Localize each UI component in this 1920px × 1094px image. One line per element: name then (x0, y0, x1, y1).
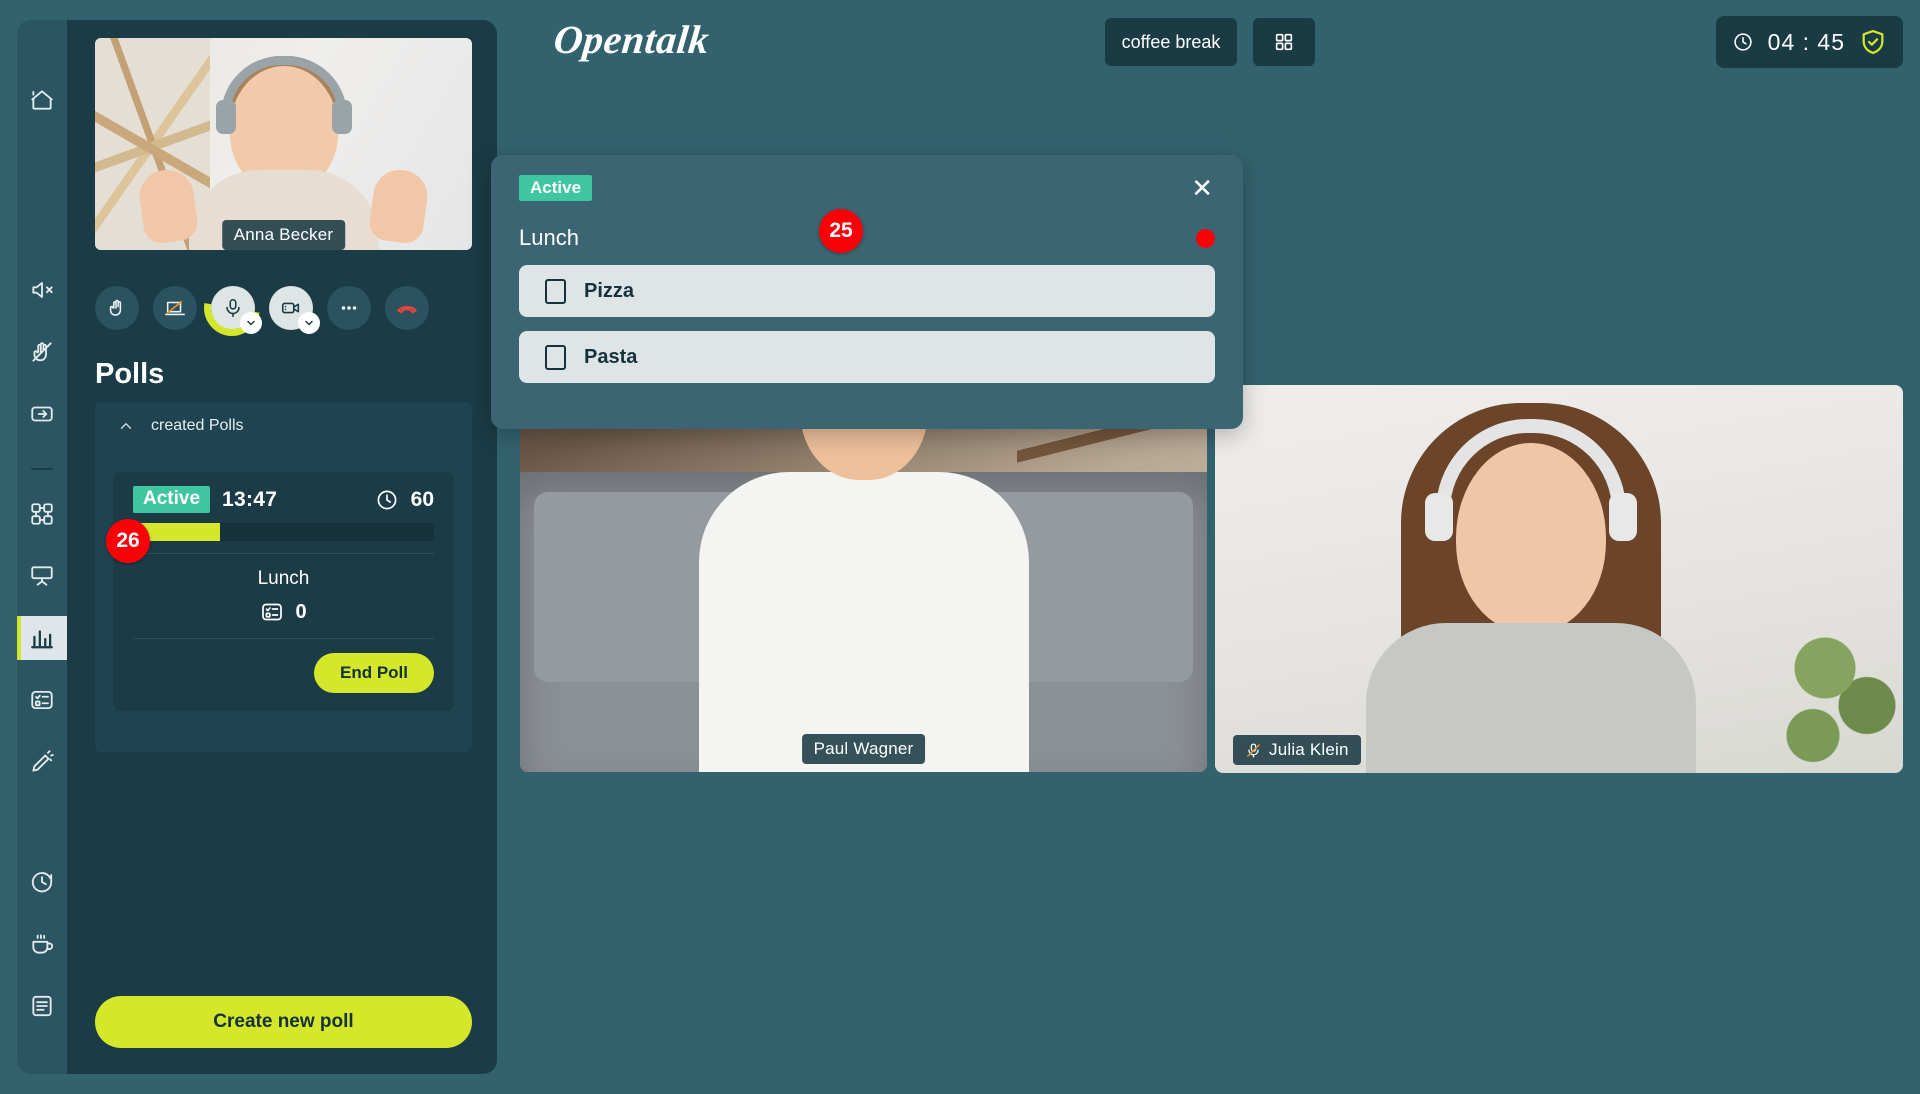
poll-option-pasta[interactable]: Pasta (519, 331, 1215, 383)
avatar-body (1366, 623, 1697, 773)
close-icon[interactable]: ✕ (1189, 175, 1215, 201)
sidebar-item-whiteboard[interactable] (20, 554, 64, 598)
status-badge: Active (133, 486, 211, 513)
sidebar-item-home[interactable] (20, 78, 64, 122)
sidebar-item-chat[interactable] (20, 984, 64, 1028)
sidebar-item-exit[interactable] (20, 392, 64, 436)
modal-status-badge: Active (519, 175, 593, 201)
raise-hand-button[interactable] (95, 286, 139, 330)
form-checklist-icon (262, 603, 283, 621)
coffee-break-button[interactable]: coffee break (1105, 18, 1237, 66)
clock-icon (1733, 33, 1752, 51)
sidebar-item-breakout[interactable] (20, 492, 64, 536)
poll-card-header: Active 13:47 60 (133, 486, 434, 513)
self-name-label: Anna Becker (233, 225, 334, 244)
left-sidebar (17, 20, 67, 1074)
session-status-pill: 04 : 45 (1715, 16, 1903, 68)
clock-icon (377, 490, 397, 509)
video-tile-julia-klein[interactable]: Julia Klein (1215, 385, 1903, 773)
sidebar-item-mute-all[interactable] (20, 268, 64, 312)
poll-option-pizza[interactable]: Pizza (519, 265, 1215, 317)
poll-option-label: Pasta (584, 345, 638, 368)
self-avatar-headphones (220, 56, 347, 116)
phone-hangup-icon (396, 306, 418, 314)
self-video-controls (95, 269, 472, 347)
create-new-poll-button[interactable]: Create new poll (95, 996, 472, 1048)
poll-divider-top (133, 553, 434, 554)
checkbox-unchecked-icon[interactable] (545, 278, 566, 304)
annotation-bubble-26: 26 (106, 519, 150, 563)
sidebar-divider (31, 468, 53, 470)
page-title: Polls (95, 358, 165, 390)
participant-name-chip: Paul Wagner (801, 734, 926, 764)
camera-button[interactable] (269, 286, 320, 334)
created-polls-section: created Polls Active 13:47 60 Lunch 0 En… (95, 402, 472, 752)
ellipsis-icon (341, 306, 357, 310)
modal-header: Active ✕ (519, 175, 1215, 201)
avatar-earcup-right (1609, 493, 1638, 541)
chevron-down-icon (305, 320, 313, 326)
created-polls-accordion-header[interactable]: created Polls (95, 402, 472, 450)
hang-up-button[interactable] (385, 286, 429, 330)
share-screen-button[interactable] (153, 286, 197, 330)
microphone-options-caret[interactable] (240, 312, 262, 334)
avatar-body (698, 472, 1029, 772)
self-avatar-earcup-left (215, 100, 236, 134)
more-options-button[interactable] (327, 286, 371, 330)
modal-question: Lunch (519, 225, 579, 250)
poll-subject: Lunch (257, 568, 310, 589)
sidebar-item-legal-vote[interactable] (20, 678, 64, 722)
poll-actions: End Poll (133, 653, 434, 693)
microphone-button[interactable] (193, 269, 271, 347)
poll-time-remaining: 13:47 (222, 487, 278, 511)
participant-name-label: Paul Wagner (813, 739, 914, 758)
sidebar-item-polls[interactable] (17, 616, 67, 660)
mic-level-ring (193, 269, 271, 347)
modal-question-row: Lunch (519, 225, 1215, 251)
annotation-bubble-25: 25 (819, 209, 863, 253)
opentalk-conference-app: Anna Becker Polls created Polls Active 1… (0, 0, 1920, 1094)
camera-options-caret[interactable] (298, 312, 320, 334)
poll-option-label: Pizza (584, 279, 635, 302)
sidebar-item-protocol[interactable] (20, 740, 64, 784)
chevron-up-icon (117, 417, 135, 435)
end-poll-button[interactable]: End Poll (314, 653, 434, 693)
self-avatar-earcup-right (331, 100, 352, 134)
screen-share-off-icon (165, 300, 185, 316)
self-avatar-hand-right (367, 166, 431, 246)
poll-card[interactable]: Active 13:47 60 Lunch 0 End Poll (113, 472, 454, 711)
created-polls-label: created Polls (151, 417, 244, 434)
poll-divider-bottom (133, 638, 434, 639)
checkbox-unchecked-icon[interactable] (545, 344, 566, 370)
avatar-earcup-left (1425, 493, 1454, 541)
layout-grid-button[interactable] (1253, 18, 1315, 66)
poll-duration-value: 60 (410, 487, 434, 511)
sidebar-item-lower-hands[interactable] (20, 330, 64, 374)
hand-icon (109, 299, 122, 316)
poll-vote-count: 0 (295, 600, 307, 623)
self-video-tile[interactable]: Anna Becker (95, 38, 472, 250)
grid-icon (1275, 33, 1293, 51)
scene-plant (1777, 623, 1897, 773)
poll-progress-bar (133, 523, 434, 541)
video-camera-icon (281, 302, 300, 314)
session-timer: 04 : 45 (1767, 28, 1845, 55)
app-logo: Opentalk (551, 17, 712, 62)
participant-name-chip: Julia Klein (1233, 735, 1361, 765)
self-name-chip: Anna Becker (221, 220, 346, 250)
sidebar-item-timer[interactable] (20, 860, 64, 904)
shield-check-icon (1862, 29, 1884, 55)
live-indicator-dot (1196, 228, 1215, 248)
poll-vote-modal: Active ✕ Lunch Pizza Pasta (491, 155, 1243, 429)
chevron-down-icon (247, 320, 255, 326)
sidebar-item-coffee-break[interactable] (20, 922, 64, 966)
microphone-muted-icon (1247, 742, 1260, 758)
poll-duration-group: 60 (375, 488, 434, 512)
created-polls-list: Active 13:47 60 Lunch 0 End Poll (95, 450, 472, 711)
participant-name-label: Julia Klein (1269, 740, 1349, 759)
poll-vote-count-group: 0 (133, 600, 434, 624)
